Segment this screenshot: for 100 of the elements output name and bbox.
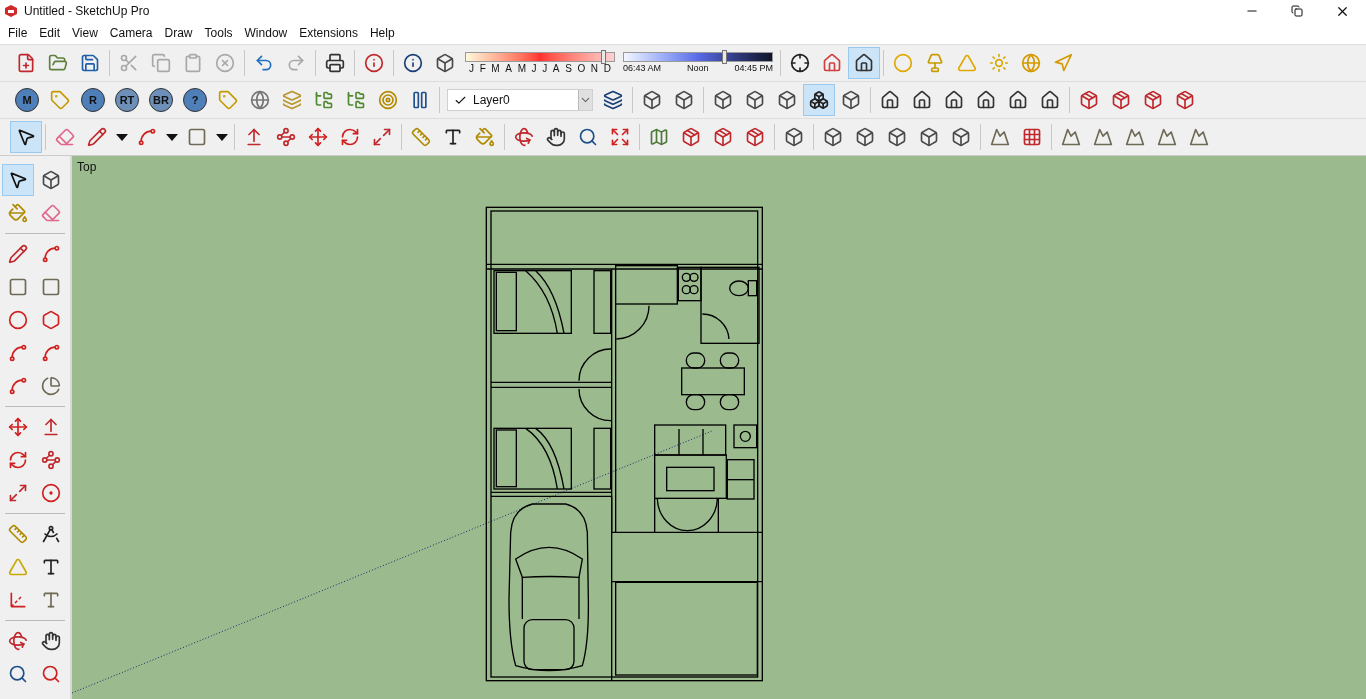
view-label: Top xyxy=(77,159,97,176)
maximize-icon[interactable] xyxy=(1291,5,1303,17)
folder-tree-icon xyxy=(346,90,366,110)
globe-icon xyxy=(1021,53,1041,73)
rectangle-icon xyxy=(187,127,207,147)
caret-icon xyxy=(216,133,228,141)
tool-button[interactable]: M xyxy=(15,88,39,112)
arc-icon xyxy=(8,376,28,396)
cube-icon xyxy=(855,127,875,147)
cube-icon xyxy=(823,127,843,147)
caret-icon xyxy=(166,133,178,141)
month-label: A xyxy=(552,61,560,75)
month-slider[interactable] xyxy=(465,51,615,62)
zoom-window-icon xyxy=(41,664,61,684)
rectangle-icon xyxy=(8,277,28,297)
pencil-icon xyxy=(8,244,28,264)
paint-bucket-icon xyxy=(475,127,495,147)
menu-item[interactable]: Edit xyxy=(33,24,67,42)
app-logo-icon xyxy=(4,4,18,18)
zoom-icon xyxy=(578,127,598,147)
scissors-icon xyxy=(119,53,139,73)
cube-icon xyxy=(841,90,861,110)
text-icon xyxy=(41,557,61,577)
dimension-icon xyxy=(41,524,61,544)
cube-icon xyxy=(435,53,455,73)
package-icon xyxy=(1079,90,1099,110)
house-icon xyxy=(1040,90,1060,110)
package-icon xyxy=(1143,90,1163,110)
terrain-icon xyxy=(1157,127,1177,147)
layer-select[interactable]: Layer0 xyxy=(447,89,593,111)
scale-icon xyxy=(372,127,392,147)
folder-icon xyxy=(48,53,68,73)
month-label: J xyxy=(542,61,548,75)
time-label: 06:43 AM xyxy=(623,61,662,75)
eraser-icon xyxy=(41,203,61,223)
target-icon xyxy=(378,90,398,110)
menu-item[interactable]: File xyxy=(2,24,34,42)
arc-icon xyxy=(41,343,61,363)
house-icon xyxy=(822,53,842,73)
cube-icon xyxy=(642,90,662,110)
polygon-icon xyxy=(41,310,61,330)
layer-name: Layer0 xyxy=(473,92,511,109)
menu-item[interactable]: Help xyxy=(363,24,401,42)
house-icon xyxy=(1008,90,1028,110)
month-label: D xyxy=(603,61,611,75)
file-plus-icon xyxy=(16,53,36,73)
house-icon xyxy=(944,90,964,110)
month-label: J xyxy=(531,61,537,75)
tag-icon xyxy=(50,90,70,110)
map-icon xyxy=(649,127,669,147)
window-title: Untitled - SketchUp Pro xyxy=(24,3,151,20)
pause-icon xyxy=(410,90,430,110)
copy-icon xyxy=(151,53,171,73)
dome-icon xyxy=(989,53,1009,73)
paint-bucket-icon xyxy=(8,203,28,223)
menu-item[interactable]: Tools xyxy=(198,24,239,42)
pie-icon xyxy=(41,376,61,396)
month-label: O xyxy=(577,61,586,75)
crosshair-icon xyxy=(790,53,810,73)
cube-icon xyxy=(919,127,939,147)
hand-icon xyxy=(546,127,566,147)
arrow-cursor-icon xyxy=(16,127,36,147)
menu-item[interactable]: Window xyxy=(238,24,294,42)
axes-icon xyxy=(8,590,28,610)
globe-icon xyxy=(250,90,270,110)
rectangle-icon xyxy=(41,277,61,297)
drawing-viewport[interactable]: Top xyxy=(72,156,1366,699)
tag-icon xyxy=(218,90,238,110)
folder-tree-icon xyxy=(314,90,334,110)
menu-item[interactable]: Camera xyxy=(103,24,159,42)
zoom-extents-icon xyxy=(610,127,630,147)
rotate-icon xyxy=(8,450,28,470)
cube-icon xyxy=(784,127,804,147)
push-pull-icon xyxy=(41,417,61,437)
tool-button[interactable]: BR xyxy=(149,88,173,112)
circle-icon xyxy=(8,310,28,330)
grid-icon xyxy=(1022,127,1042,147)
tool-button[interactable]: RT xyxy=(115,88,139,112)
menu-item[interactable]: Extensions xyxy=(293,24,364,42)
package-icon xyxy=(745,127,765,147)
cancel-icon xyxy=(215,53,235,73)
time-slider[interactable] xyxy=(623,51,773,62)
slider-thumb[interactable] xyxy=(721,49,727,64)
tool-button[interactable]: ? xyxy=(183,88,207,112)
eraser-icon xyxy=(55,127,75,147)
clipboard-icon xyxy=(183,53,203,73)
tool-button[interactable]: R xyxy=(81,88,105,112)
menu-item[interactable]: Draw xyxy=(158,24,199,42)
undo-icon xyxy=(254,53,274,73)
slider-thumb[interactable] xyxy=(600,49,606,64)
redo-icon xyxy=(286,53,306,73)
arrow-cursor-icon xyxy=(8,170,28,190)
terrain-icon xyxy=(1125,127,1145,147)
house-icon xyxy=(854,53,874,73)
tape-measure-icon xyxy=(8,524,28,544)
scale-icon xyxy=(8,483,28,503)
move-icon xyxy=(308,127,328,147)
menu-item[interactable]: View xyxy=(66,24,104,42)
month-label: A xyxy=(505,61,512,75)
orbit-icon xyxy=(514,127,534,147)
